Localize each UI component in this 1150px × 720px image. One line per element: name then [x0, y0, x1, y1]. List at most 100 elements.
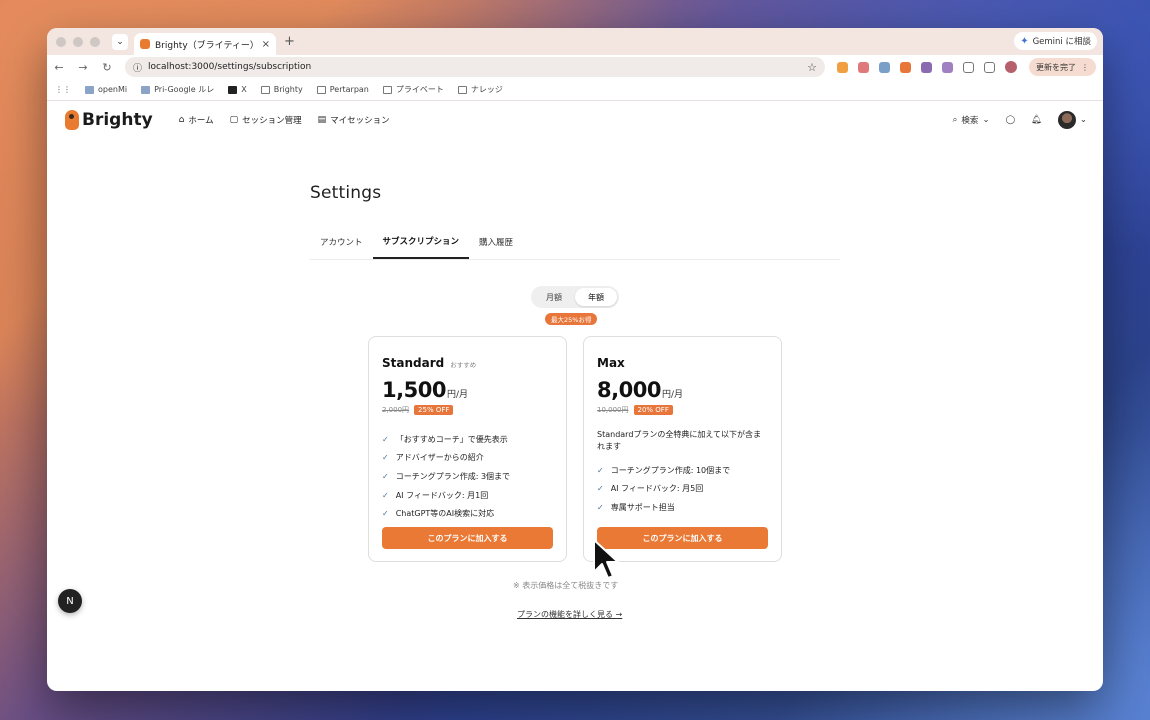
- chat-icon[interactable]: ◯: [1006, 115, 1016, 125]
- nav-session-management[interactable]: ▢ セッション管理: [230, 114, 302, 126]
- bell-icon[interactable]: 🔔︎: [1031, 115, 1042, 125]
- extension-icon[interactable]: [837, 61, 848, 73]
- recommended-tag: おすすめ: [450, 361, 477, 369]
- list-item: ✓ アドバイザーからの紹介: [382, 449, 553, 468]
- zoom-window-button[interactable]: [90, 36, 100, 47]
- off-badge: 20% OFF: [633, 405, 673, 415]
- check-icon: ✓: [382, 471, 389, 481]
- billing-monthly-option[interactable]: 月額: [533, 288, 575, 306]
- address-bar[interactable]: ⓘ localhost:3000/settings/subscription ☆: [125, 57, 825, 77]
- off-badge: 25% OFF: [414, 405, 454, 415]
- user-menu[interactable]: ⌄: [1057, 111, 1087, 129]
- home-icon: ⌂: [178, 115, 185, 125]
- search-button[interactable]: ⌕ 検索 ⌄: [953, 114, 990, 126]
- check-icon: ✓: [382, 509, 389, 519]
- reading-list-icon[interactable]: [984, 61, 995, 73]
- plan-details-link[interactable]: プランの機能を詳しく見る →: [517, 609, 622, 620]
- logo-text: Brighty: [82, 110, 153, 130]
- nav-my-sessions[interactable]: ▤ マイセッション: [318, 114, 390, 126]
- tab-strip: ⌄ Brighty（ブライティー）| コー × + ✦ Gemini に相談: [47, 28, 1103, 55]
- extension-icon[interactable]: [879, 61, 890, 73]
- back-arrow-icon[interactable]: ←: [53, 61, 65, 74]
- bookmark-folder[interactable]: プライベート: [382, 84, 444, 95]
- join-standard-button[interactable]: このプランに加入する: [382, 527, 553, 549]
- tab-close-icon[interactable]: ×: [262, 39, 270, 50]
- puzzle-extensions-icon[interactable]: [963, 61, 974, 73]
- nav-home[interactable]: ⌂ ホーム: [179, 114, 214, 126]
- bookmark-star-icon[interactable]: ☆: [807, 61, 817, 74]
- billing-period-toggle: 月額 年額: [531, 286, 619, 308]
- join-max-button[interactable]: このプランに加入する: [597, 527, 768, 549]
- feature-text: 専属サポート担当: [610, 502, 675, 512]
- nav-label: セッション管理: [242, 116, 302, 126]
- plan-price: 8,000: [597, 378, 661, 402]
- minimize-window-button[interactable]: [73, 36, 83, 47]
- extension-icon[interactable]: [942, 61, 953, 73]
- tab-purchase-history[interactable]: 購入履歴: [469, 225, 523, 259]
- reload-icon[interactable]: ↻: [101, 61, 113, 74]
- tab-title: Brighty（ブライティー）| コー: [155, 40, 257, 51]
- nextjs-devtools-button[interactable]: N: [58, 589, 82, 613]
- chevron-down-icon: ⌄: [982, 115, 990, 125]
- price-row: 8,000 円/月: [597, 378, 683, 402]
- check-icon: ✓: [597, 502, 604, 512]
- original-price: 2,000円: [382, 406, 410, 414]
- nav-label: ホーム: [188, 116, 214, 126]
- tab-search-button[interactable]: ⌄: [112, 33, 128, 50]
- list-item: ✓ AI フィードバック: 月5回: [597, 480, 768, 499]
- plan-name-text: Max: [597, 356, 625, 370]
- apps-grid-icon[interactable]: ⋮⋮: [55, 85, 71, 94]
- book-icon: ▢: [229, 115, 239, 125]
- brighty-mascot-icon: [65, 110, 79, 130]
- favicon-icon: [140, 39, 150, 49]
- extension-icons: [837, 61, 1017, 73]
- bookmark-item[interactable]: openMi: [85, 85, 127, 94]
- bookmark-label: Pri-Google ルレ: [154, 85, 215, 94]
- close-window-button[interactable]: [56, 36, 66, 47]
- billing-yearly-option[interactable]: 年額: [575, 288, 617, 306]
- header-actions: ⌕ 検索 ⌄ ◯ 🔔︎ ⌄: [953, 101, 1087, 139]
- bookmark-folder[interactable]: Brighty: [260, 85, 303, 94]
- search-icon: ⌕: [952, 115, 958, 125]
- main-content: Settings アカウント サブスクリプション 購入履歴 月額 年額 最大25…: [47, 139, 1103, 691]
- bookmark-icon: [141, 85, 151, 94]
- bookmark-label: プライベート: [395, 85, 444, 94]
- tab-subscription[interactable]: サブスクリプション: [372, 225, 470, 259]
- forward-arrow-icon[interactable]: →: [77, 61, 89, 74]
- bookmark-item[interactable]: Pri-Google ルレ: [141, 84, 214, 95]
- plan-name-text: Standard: [382, 356, 445, 370]
- chevron-down-icon: ⌄: [1079, 115, 1087, 125]
- site-info-icon[interactable]: ⓘ: [133, 61, 142, 74]
- url-text[interactable]: localhost:3000/settings/subscription: [148, 62, 801, 72]
- feature-list: ✓ コーチングプラン作成: 10個まで ✓ AI フィードバック: 月5回 ✓ 専属サ…: [597, 461, 768, 517]
- profile-avatar[interactable]: [1005, 61, 1017, 73]
- extension-icon[interactable]: [858, 61, 869, 73]
- brighty-logo[interactable]: Brighty: [65, 110, 153, 130]
- extension-icon[interactable]: [900, 61, 911, 73]
- new-tab-button[interactable]: +: [284, 34, 295, 49]
- more-menu-icon: ⋮: [1081, 62, 1089, 72]
- bookmark-item[interactable]: X: [228, 85, 247, 94]
- update-button[interactable]: 更新を完了 ⋮: [1029, 58, 1096, 76]
- plan-card-standard: Standard おすすめ 1,500 円/月 2,000円 25% OFF ✓…: [368, 336, 567, 562]
- list-item: ✓ 専属サポート担当: [597, 498, 768, 517]
- check-icon: ✓: [382, 453, 389, 463]
- list-item: ✓ AI フィードバック: 月1回: [382, 486, 553, 505]
- feature-text: AI フィードバック: 月1回: [395, 490, 489, 500]
- tab-account[interactable]: アカウント: [310, 225, 373, 259]
- bookmark-folder[interactable]: ナレッジ: [457, 84, 503, 95]
- bookmark-label: ナレッジ: [470, 85, 503, 94]
- browser-toolbar: ← → ↻ ⓘ localhost:3000/settings/subscrip…: [47, 55, 1103, 79]
- gemini-button[interactable]: ✦ Gemini に相談: [1014, 32, 1097, 50]
- feature-text: コーチングプラン作成: 10個まで: [610, 465, 731, 475]
- feature-text: アドバイザーからの紹介: [395, 453, 484, 463]
- bookmark-label: X: [241, 85, 247, 94]
- bookmark-folder[interactable]: Pertarpan: [316, 85, 369, 94]
- original-price-row: 2,000円 25% OFF: [382, 405, 454, 415]
- mouse-cursor-icon: [593, 539, 619, 579]
- avatar: [1057, 111, 1076, 129]
- browser-tab[interactable]: Brighty（ブライティー）| コー ×: [134, 33, 276, 55]
- extension-icon[interactable]: [921, 61, 932, 73]
- window-controls: [56, 36, 100, 47]
- update-label: 更新を完了: [1036, 62, 1076, 72]
